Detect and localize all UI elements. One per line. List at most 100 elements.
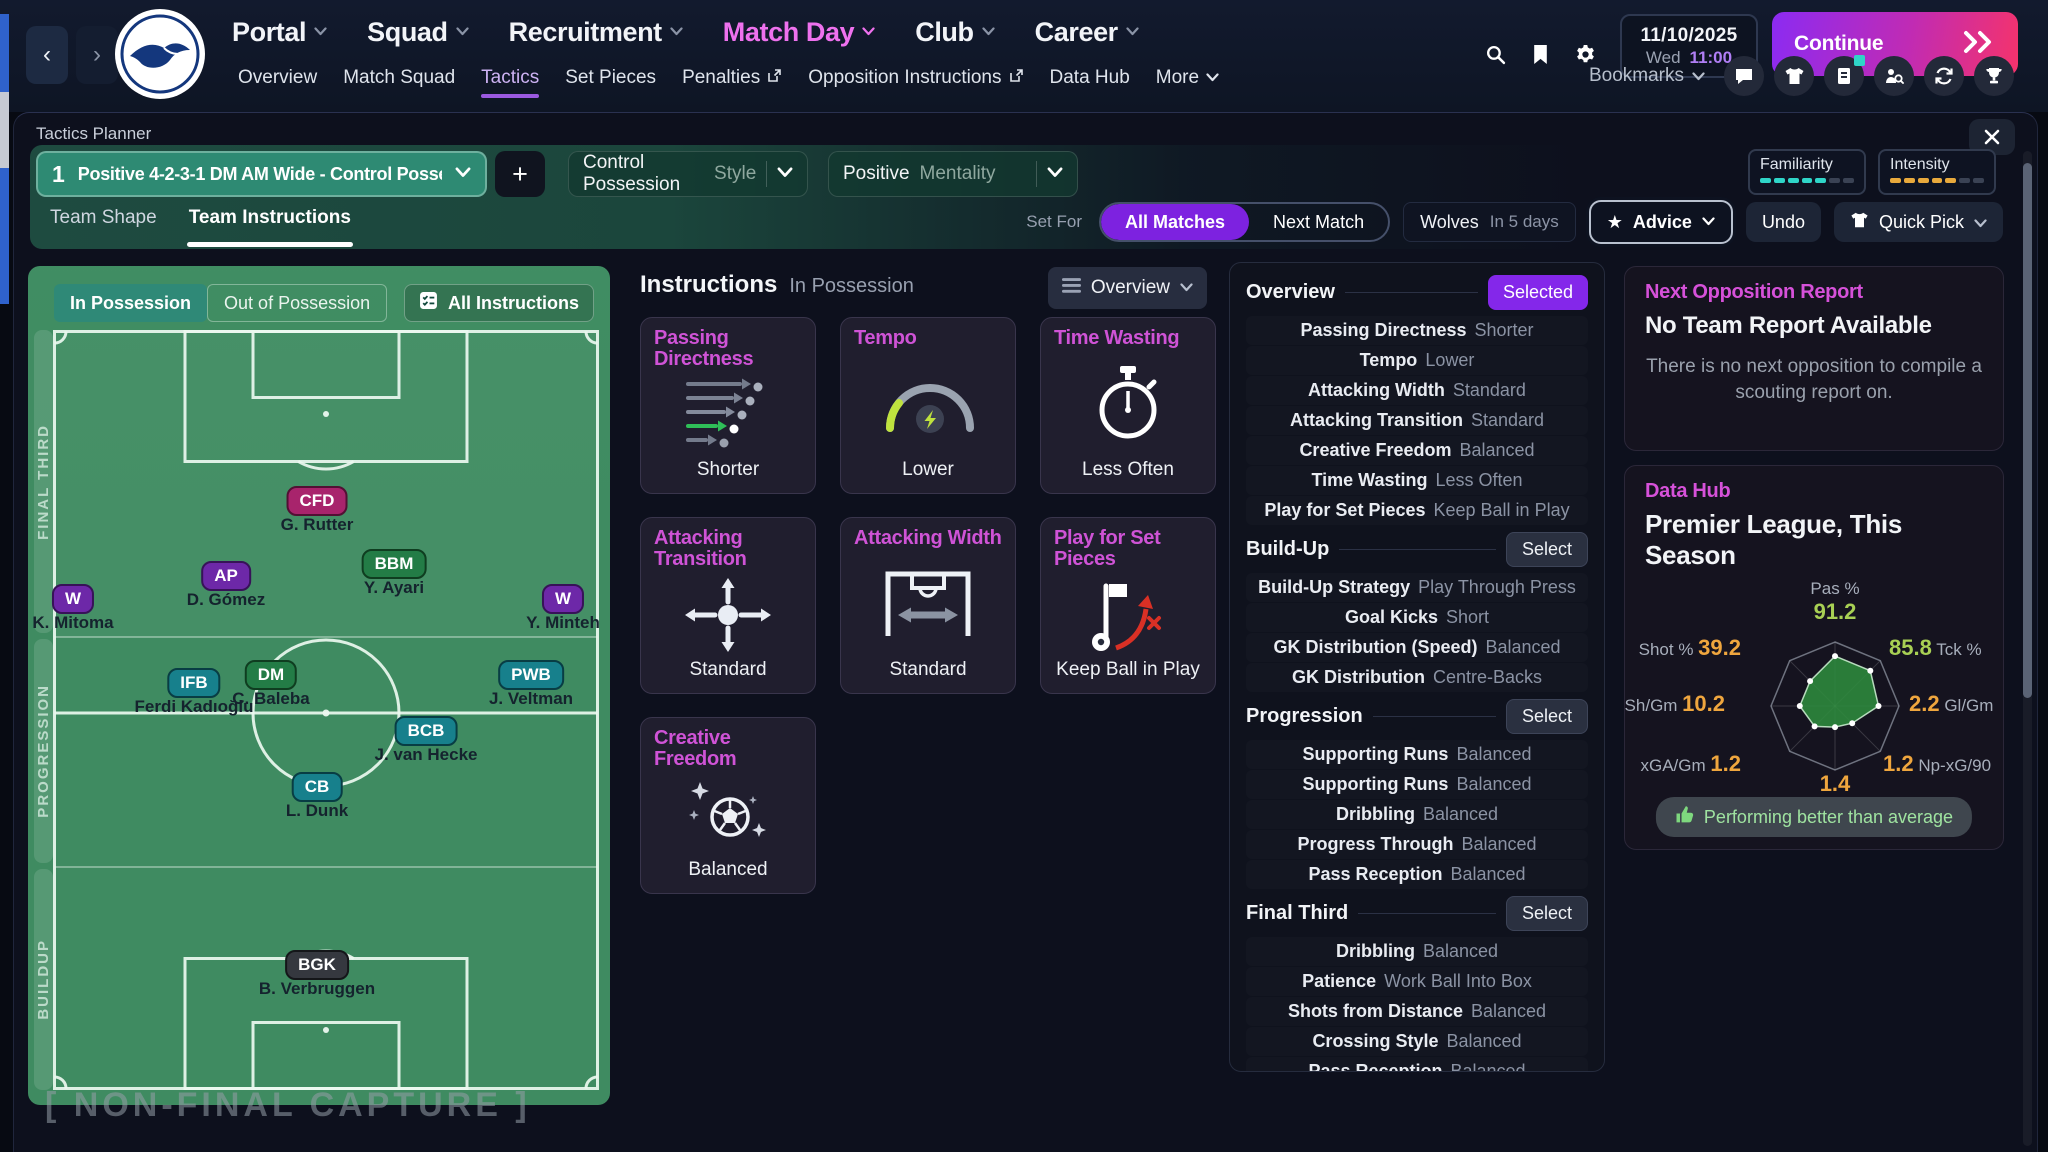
subnav-overview[interactable]: Overview — [238, 67, 317, 89]
subnav-tactics[interactable]: Tactics — [481, 67, 539, 89]
all-instructions-button[interactable]: All Instructions — [404, 284, 594, 322]
scouting-icon-button[interactable] — [1874, 56, 1914, 96]
subnav-set-pieces[interactable]: Set Pieces — [565, 67, 656, 89]
instruction-row-pass-reception[interactable]: Pass ReceptionBalanced — [1246, 1057, 1588, 1072]
instruction-card-creative-freedom[interactable]: Creative FreedomBalanced — [640, 717, 816, 894]
instruction-row-passing-directness[interactable]: Passing DirectnessShorter — [1246, 316, 1588, 345]
nav-match-day[interactable]: Match Day — [723, 17, 875, 48]
role-badge[interactable]: W — [52, 584, 94, 614]
instruction-row-goal-kicks[interactable]: Goal KicksShort — [1246, 603, 1588, 632]
player-name: Y. Minteh — [526, 613, 600, 633]
instruction-card-play-for-set-pieces[interactable]: Play for Set PiecesKeep Ball in Play — [1040, 517, 1216, 694]
tactic-selector-dropdown[interactable]: 1 Positive 4-2-3-1 DM AM Wide - Control … — [36, 151, 487, 197]
selected-button-overview[interactable]: Selected — [1488, 275, 1588, 310]
instruction-row-progress-through[interactable]: Progress ThroughBalanced — [1246, 830, 1588, 859]
role-badge[interactable]: PWB — [498, 660, 564, 690]
role-badge[interactable]: AP — [201, 561, 251, 591]
tab-team-instructions[interactable]: Team Instructions — [189, 207, 351, 247]
instruction-card-passing-directness[interactable]: Passing DirectnessShorter — [640, 317, 816, 494]
instruction-row-attacking-width[interactable]: Attacking WidthStandard — [1246, 376, 1588, 405]
instruction-row-build-up-strategy[interactable]: Build-Up StrategyPlay Through Press — [1246, 573, 1588, 602]
messages-icon-button[interactable] — [1724, 56, 1764, 96]
chevron-down-icon — [1702, 213, 1715, 231]
role-badge[interactable]: W — [542, 584, 584, 614]
instruction-card-tempo[interactable]: TempoLower — [840, 317, 1016, 494]
opponent-name: Wolves — [1420, 212, 1479, 233]
sync-icon-button[interactable] — [1924, 56, 1964, 96]
instruction-row-crossing-style[interactable]: Crossing StyleBalanced — [1246, 1027, 1588, 1056]
instruction-row-creative-freedom[interactable]: Creative FreedomBalanced — [1246, 436, 1588, 465]
instruction-card-attacking-width[interactable]: Attacking WidthStandard — [840, 517, 1016, 694]
radar-chart: Pas %91.285.8 Tck %2.2 Gl/Gm1.2 Np-xG/90… — [1645, 573, 1983, 823]
instruction-row-dribbling[interactable]: DribblingBalanced — [1246, 800, 1588, 829]
select-button-final-third[interactable]: Select — [1506, 896, 1588, 931]
nav-portal[interactable]: Portal — [232, 17, 327, 48]
modal-scrollbar-track[interactable] — [2023, 151, 2032, 1146]
tab-in-possession[interactable]: In Possession — [54, 284, 207, 322]
tab-out-of-possession[interactable]: Out of Possession — [207, 284, 387, 322]
instruction-row-play-for-set-pieces[interactable]: Play for Set PiecesKeep Ball in Play — [1246, 496, 1588, 525]
mentality-dropdown[interactable]: Positive Mentality — [828, 151, 1078, 197]
kit-icon-button[interactable] — [1774, 56, 1814, 96]
quick-pick-button[interactable]: Quick Pick — [1834, 202, 2003, 242]
style-dropdown[interactable]: Control Possession Style — [568, 151, 808, 197]
instruction-row-patience[interactable]: PatienceWork Ball Into Box — [1246, 967, 1588, 996]
instruction-row-supporting-runs[interactable]: Supporting RunsBalanced — [1246, 740, 1588, 769]
instruction-row-tempo[interactable]: TempoLower — [1246, 346, 1588, 375]
nav-squad[interactable]: Squad — [367, 17, 469, 48]
role-badge[interactable]: IFB — [167, 668, 220, 698]
select-button-progression[interactable]: Select — [1506, 699, 1588, 734]
bookmark-icon[interactable] — [1532, 44, 1549, 70]
nav-club[interactable]: Club — [915, 17, 994, 48]
club-badge[interactable] — [114, 8, 206, 100]
role-badge[interactable]: BCB — [395, 716, 458, 746]
add-tactic-button[interactable]: + — [495, 151, 545, 197]
background-scrollbar-thumb[interactable] — [0, 92, 9, 168]
possession-tabs: In PossessionOut of Possession — [54, 284, 387, 322]
tab-team-shape[interactable]: Team Shape — [50, 207, 157, 247]
subnav-match-squad[interactable]: Match Squad — [343, 67, 455, 89]
undo-label: Undo — [1762, 212, 1805, 233]
instruction-row-shots-from-distance[interactable]: Shots from DistanceBalanced — [1246, 997, 1588, 1026]
bookmarks-dropdown[interactable]: Bookmarks — [1589, 65, 1705, 87]
back-button[interactable]: ‹ — [26, 26, 68, 84]
role-badge[interactable]: BBM — [362, 549, 427, 579]
subnav-penalties[interactable]: Penalties — [682, 67, 782, 89]
radar-axis-shot: Shot % 39.2 — [1639, 635, 1741, 661]
nav-recruitment[interactable]: Recruitment — [509, 17, 683, 48]
subnav-data-hub[interactable]: Data Hub — [1050, 67, 1130, 89]
report-icon-button[interactable] — [1824, 56, 1864, 96]
view-dropdown[interactable]: Overview — [1048, 267, 1207, 309]
instruction-row-attacking-transition[interactable]: Attacking TransitionStandard — [1246, 406, 1588, 435]
row-label: Creative Freedom — [1299, 440, 1451, 461]
main-nav: Portal Squad Recruitment Match Day Club Caree… — [232, 10, 1139, 54]
instruction-row-supporting-runs[interactable]: Supporting RunsBalanced — [1246, 770, 1588, 799]
next-opponent-chip[interactable]: Wolves In 5 days — [1403, 202, 1576, 242]
instruction-card-time-wasting[interactable]: Time WastingLess Often — [1040, 317, 1216, 494]
select-button-build-up[interactable]: Select — [1506, 532, 1588, 567]
sub-nav: Overview Match Squad Tactics Set Pieces Pena… — [238, 62, 1219, 94]
card-value: Balanced — [688, 859, 767, 893]
instruction-row-dribbling[interactable]: DribblingBalanced — [1246, 937, 1588, 966]
search-icon[interactable] — [1485, 44, 1506, 70]
card-title: Attacking Transition — [641, 518, 815, 570]
set-for-next-match[interactable]: Next Match — [1249, 204, 1388, 240]
subnav-more[interactable]: More — [1156, 67, 1219, 89]
role-badge[interactable]: BGK — [285, 950, 349, 980]
instruction-row-gk-distribution-speed[interactable]: GK Distribution (Speed)Balanced — [1246, 633, 1588, 662]
instruction-card-attacking-transition[interactable]: Attacking TransitionStandard — [640, 517, 816, 694]
modal-scrollbar-thumb[interactable] — [2023, 163, 2032, 698]
instruction-row-time-wasting[interactable]: Time WastingLess Often — [1246, 466, 1588, 495]
role-badge[interactable]: CB — [292, 772, 343, 802]
instruction-row-pass-reception[interactable]: Pass ReceptionBalanced — [1246, 860, 1588, 889]
nav-career[interactable]: Career — [1035, 17, 1139, 48]
set-for-all-matches[interactable]: All Matches — [1101, 204, 1249, 240]
undo-button[interactable]: Undo — [1746, 202, 1821, 242]
forward-button[interactable]: › — [76, 26, 118, 84]
instruction-row-gk-distribution[interactable]: GK DistributionCentre-Backs — [1246, 663, 1588, 692]
role-badge[interactable]: CFD — [287, 486, 348, 516]
role-badge[interactable]: DM — [245, 660, 297, 690]
advice-button[interactable]: ★ Advice — [1589, 200, 1733, 244]
subnav-opposition-instructions[interactable]: Opposition Instructions — [808, 67, 1023, 89]
trophy-icon-button[interactable] — [1974, 56, 2014, 96]
